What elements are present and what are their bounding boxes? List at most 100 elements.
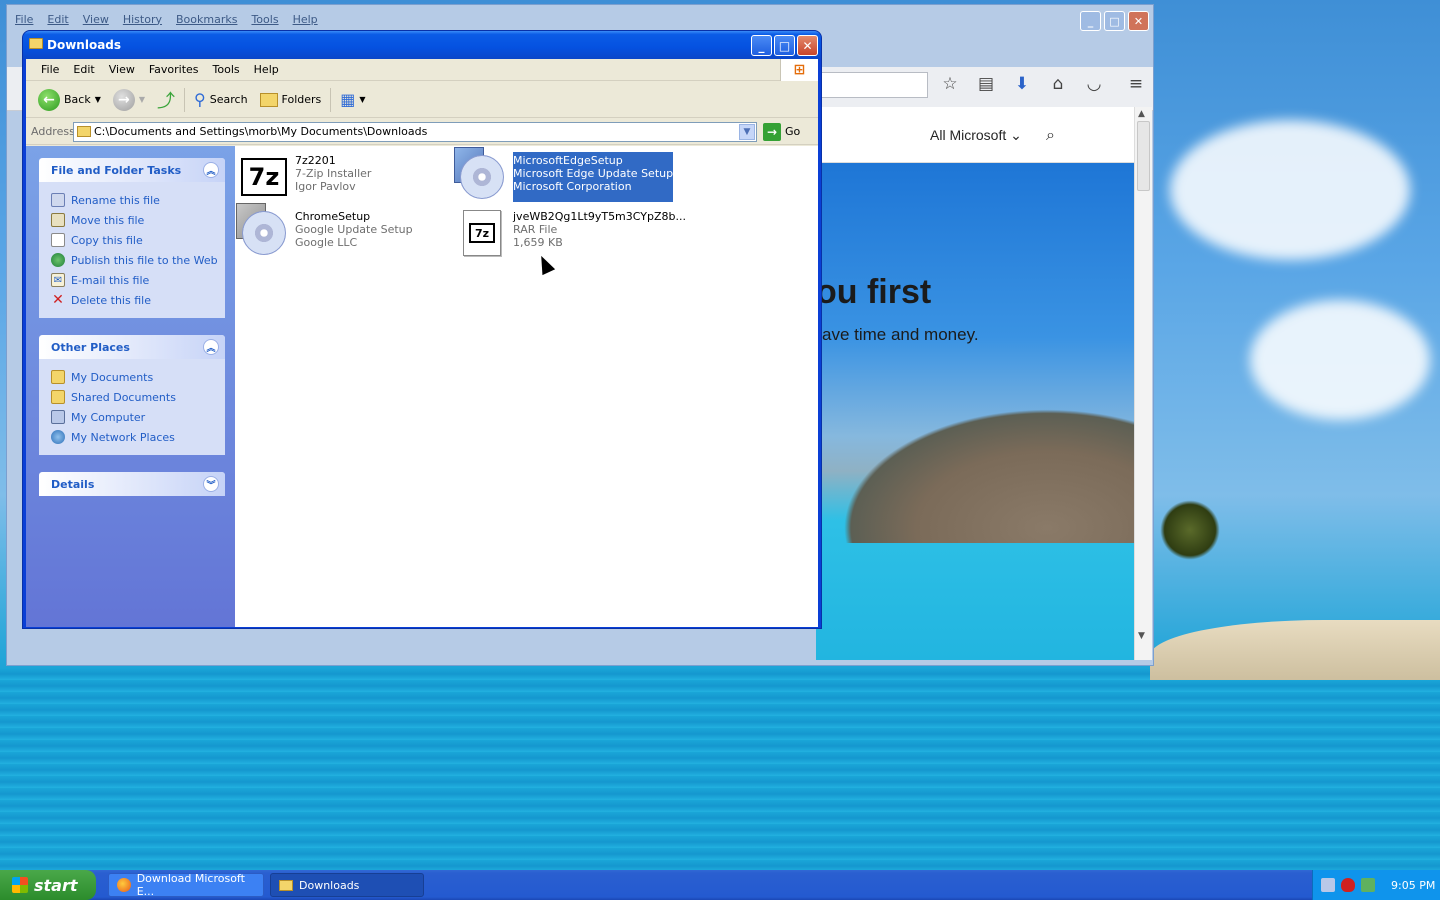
explorer-toolbar: ← Back ▼ → ▼ ⤴ ⚲ Search Folders ▦ ▼: [26, 82, 818, 118]
task-publish[interactable]: Publish this file to the Web: [51, 250, 225, 270]
cloud: [1170, 120, 1410, 260]
go-button[interactable]: → Go: [763, 122, 800, 141]
go-arrow-icon: →: [763, 122, 781, 141]
firefox-menu-tools[interactable]: Tools: [251, 13, 278, 26]
taskbar-item-firefox[interactable]: Download Microsoft E...: [108, 872, 264, 898]
firefox-menu-history[interactable]: History: [123, 13, 162, 26]
folder-icon: [51, 390, 65, 404]
address-input[interactable]: C:\Documents and Settings\morb\My Docume…: [73, 121, 757, 142]
explorer-window[interactable]: Downloads _ □ ✕ File Edit View Favorites…: [22, 30, 822, 629]
hero-subline: ave time and money.: [822, 325, 979, 344]
globe-icon: [51, 253, 65, 267]
menu-tools[interactable]: Tools: [206, 63, 247, 76]
file-item[interactable]: 7z jveWB2Qg1Lt9yT5m3CYpZ8b... RAR File 1…: [457, 208, 686, 258]
place-my-computer[interactable]: My Computer: [51, 407, 225, 427]
task-move[interactable]: Move this file: [51, 210, 225, 230]
palm-tree: [1160, 500, 1220, 560]
search-label: Search: [209, 93, 248, 106]
search-icon[interactable]: ⌕: [1046, 125, 1055, 145]
place-shared-documents[interactable]: Shared Documents: [51, 387, 225, 407]
task-delete[interactable]: ✕ Delete this file: [51, 290, 225, 310]
task-label: Copy this file: [71, 233, 143, 247]
maximize-button[interactable]: □: [774, 35, 795, 56]
place-label: My Documents: [71, 370, 154, 384]
up-folder-button[interactable]: ⤴: [151, 85, 181, 115]
file-folder-tasks-panel: File and Folder Tasks ︽ Rename this file…: [39, 158, 225, 318]
collapse-chevron-icon[interactable]: ︽: [203, 339, 219, 355]
taskbar-item-downloads[interactable]: Downloads: [270, 873, 424, 897]
pocket-icon[interactable]: ◡: [1084, 74, 1104, 94]
firefox-menu-file[interactable]: File: [15, 13, 33, 26]
menu-file[interactable]: File: [34, 63, 66, 76]
system-tray: 9:05 PM: [1312, 870, 1440, 900]
menu-help[interactable]: Help: [247, 63, 286, 76]
cloud: [1250, 300, 1430, 420]
task-email[interactable]: ✉ E-mail this file: [51, 270, 225, 290]
taskbar-item-label: Downloads: [299, 878, 360, 892]
hero-headline: ou first: [816, 273, 932, 311]
place-my-documents[interactable]: My Documents: [51, 367, 225, 387]
menu-edit[interactable]: Edit: [66, 63, 101, 76]
firefox-page: All Microsoft ⌄ ⌕ ou first ave time and …: [816, 107, 1134, 660]
reading-list-icon[interactable]: ▤: [976, 74, 996, 94]
update-tray-icon[interactable]: [1361, 878, 1375, 892]
scroll-thumb[interactable]: [1137, 121, 1150, 191]
file-description: 7-Zip Installer: [295, 167, 372, 180]
firefox-scrollbar[interactable]: ▲ ▼: [1134, 107, 1152, 660]
task-copy[interactable]: Copy this file: [51, 230, 225, 250]
menu-favorites[interactable]: Favorites: [142, 63, 206, 76]
firefox-search-box[interactable]: [816, 72, 928, 98]
firefox-menu-bookmarks[interactable]: Bookmarks: [176, 13, 237, 26]
address-dropdown-icon[interactable]: ▼: [739, 123, 755, 140]
file-item-selected[interactable]: MicrosoftEdgeSetup Microsoft Edge Update…: [454, 147, 674, 202]
firefox-toolbar-icons: ☆ ▤ ⬇ ⌂ ◡ ≡: [940, 74, 1146, 94]
firefox-window-controls: _ □ ✕: [1080, 11, 1149, 31]
all-microsoft-menu[interactable]: All Microsoft ⌄: [930, 127, 1022, 144]
firefox-maximize-button[interactable]: □: [1104, 11, 1125, 31]
back-button[interactable]: ← Back ▼: [32, 85, 107, 115]
panel-title: Other Places: [51, 340, 130, 354]
firefox-menu-edit[interactable]: Edit: [47, 13, 68, 26]
close-button[interactable]: ✕: [797, 35, 818, 56]
place-my-network[interactable]: My Network Places: [51, 427, 225, 447]
start-button[interactable]: start: [0, 870, 96, 900]
clock[interactable]: 9:05 PM: [1391, 879, 1435, 892]
panel-header[interactable]: Other Places ︽: [39, 335, 225, 359]
minimize-button[interactable]: _: [751, 35, 772, 56]
menu-view[interactable]: View: [102, 63, 142, 76]
task-label: Publish this file to the Web: [71, 253, 218, 267]
views-grid-icon: ▦: [340, 90, 356, 109]
task-label: Move this file: [71, 213, 145, 227]
scroll-down-icon[interactable]: ▼: [1138, 631, 1145, 641]
expand-chevron-icon[interactable]: ︾: [203, 476, 219, 492]
task-rename[interactable]: Rename this file: [51, 190, 225, 210]
firefox-menu-view[interactable]: View: [83, 13, 109, 26]
home-icon[interactable]: ⌂: [1048, 74, 1068, 94]
move-icon: [51, 213, 65, 227]
download-arrow-icon[interactable]: ⬇: [1012, 74, 1032, 94]
folders-button[interactable]: Folders: [254, 85, 328, 115]
panel-header[interactable]: Details ︾: [39, 472, 225, 496]
firefox-close-button[interactable]: ✕: [1128, 11, 1149, 31]
file-item[interactable]: ChromeSetup Google Update Setup Google L…: [236, 203, 413, 258]
seven-zip-icon: 7z: [239, 152, 289, 202]
file-company: Google LLC: [295, 236, 358, 249]
window-title: Downloads: [47, 38, 122, 52]
scroll-up-icon[interactable]: ▲: [1138, 109, 1145, 119]
firefox-menu-help[interactable]: Help: [293, 13, 318, 26]
search-button[interactable]: ⚲ Search: [188, 85, 254, 115]
views-button[interactable]: ▦ ▼: [334, 85, 371, 115]
network-tray-icon[interactable]: [1321, 878, 1335, 892]
forward-button[interactable]: → ▼: [107, 85, 151, 115]
security-shield-icon[interactable]: [1341, 878, 1355, 892]
taskbar-item-label: Download Microsoft E...: [136, 872, 245, 898]
address-value: C:\Documents and Settings\morb\My Docume…: [94, 125, 428, 138]
desktop-sea: [0, 668, 1440, 870]
file-item[interactable]: 7z 7z2201 7-Zip Installer Igor Pavlov: [239, 152, 371, 202]
firefox-minimize-button[interactable]: _: [1080, 11, 1101, 31]
explorer-titlebar[interactable]: Downloads _ □ ✕: [23, 31, 821, 59]
hamburger-menu-icon[interactable]: ≡: [1126, 74, 1146, 94]
collapse-chevron-icon[interactable]: ︽: [203, 162, 219, 178]
panel-header[interactable]: File and Folder Tasks ︽: [39, 158, 225, 182]
bookmark-star-icon[interactable]: ☆: [940, 74, 960, 94]
